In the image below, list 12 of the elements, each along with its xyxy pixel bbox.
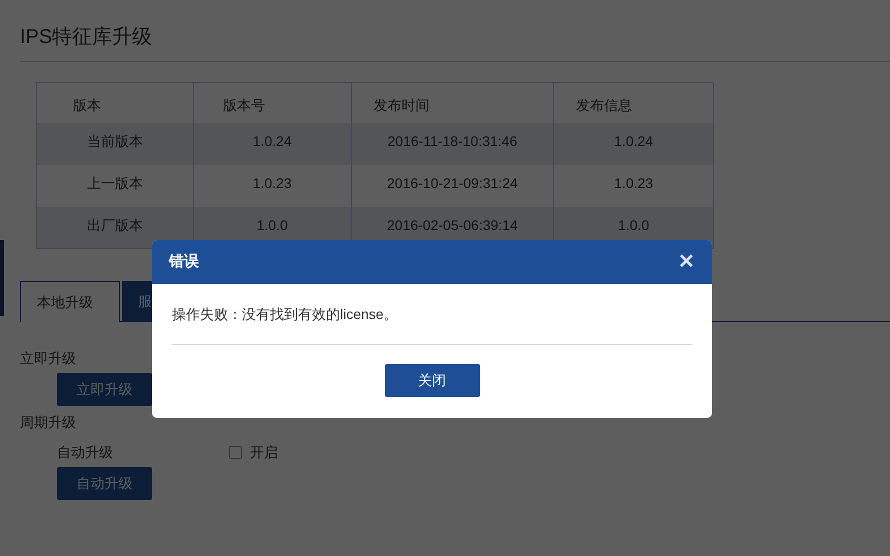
field-label: 自动升级 xyxy=(57,442,114,462)
close-button[interactable]: ✕ xyxy=(678,252,695,272)
upgrade-now-button[interactable]: 立即升级 xyxy=(57,373,152,406)
dialog-title: 错误 xyxy=(169,252,199,272)
checkbox[interactable] xyxy=(229,446,242,458)
page-title: IPS特征库升级 xyxy=(20,25,154,50)
close-dialog-button[interactable]: 关闭 xyxy=(384,364,480,397)
tab[interactable]: 本地升级 xyxy=(20,281,120,322)
section-heading: 周期升级 xyxy=(20,413,77,432)
section-heading: 立即升级 xyxy=(20,349,77,368)
checkbox-label: 开启 xyxy=(250,442,278,462)
auto-upgrade-button[interactable]: 自动升级 xyxy=(57,467,152,500)
